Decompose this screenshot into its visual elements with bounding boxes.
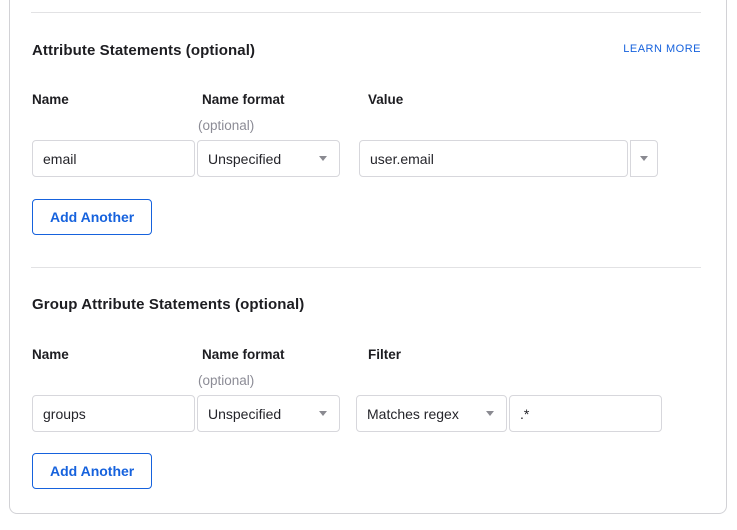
attribute-name-format-value: Unspecified — [208, 151, 281, 167]
group-filter-type-select[interactable]: Matches regex — [356, 395, 507, 432]
column-header-name-format-note: (optional) — [198, 373, 254, 388]
add-another-group-attribute-button[interactable]: Add Another — [32, 453, 152, 489]
group-attribute-name-format-value: Unspecified — [208, 406, 281, 422]
section-divider-top — [31, 12, 701, 13]
attribute-statements-title: Attribute Statements (optional) — [32, 42, 255, 59]
chevron-down-icon — [640, 156, 648, 161]
learn-more-link[interactable]: LEARN MORE — [623, 43, 701, 55]
section-divider-middle — [31, 267, 701, 268]
column-header-filter: Filter — [368, 347, 401, 362]
group-attribute-name-format-select[interactable]: Unspecified — [197, 395, 340, 432]
attribute-value-dropdown-button[interactable] — [630, 140, 658, 177]
attribute-name-input[interactable] — [32, 140, 195, 177]
column-header-name: Name — [32, 347, 69, 362]
column-header-name-format: Name format — [202, 92, 285, 107]
group-filter-value-input[interactable] — [509, 395, 662, 432]
attribute-name-format-select[interactable]: Unspecified — [197, 140, 340, 177]
column-header-name: Name — [32, 92, 69, 107]
saml-settings-card — [9, 0, 727, 514]
chevron-down-icon — [319, 411, 327, 416]
column-header-name-format: Name format — [202, 347, 285, 362]
chevron-down-icon — [486, 411, 494, 416]
chevron-down-icon — [319, 156, 327, 161]
group-attribute-name-input[interactable] — [32, 395, 195, 432]
column-header-value: Value — [368, 92, 403, 107]
add-another-attribute-button[interactable]: Add Another — [32, 199, 152, 235]
column-header-name-format-note: (optional) — [198, 118, 254, 133]
group-filter-type-value: Matches regex — [367, 406, 459, 422]
group-attribute-statements-title: Group Attribute Statements (optional) — [32, 296, 304, 313]
attribute-value-input[interactable] — [359, 140, 628, 177]
